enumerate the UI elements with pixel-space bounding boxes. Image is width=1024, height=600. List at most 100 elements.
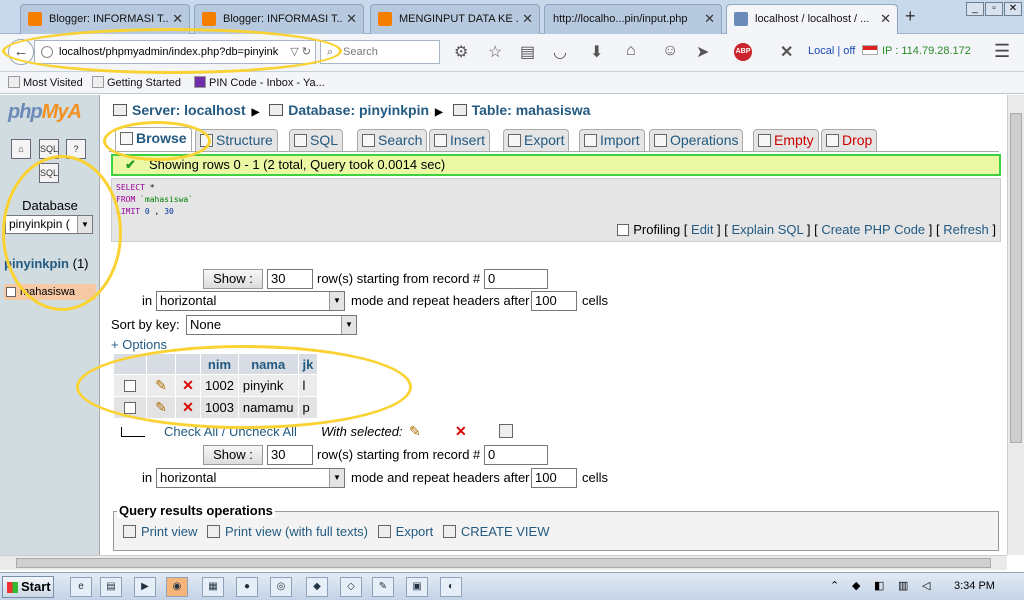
hamburger-menu-icon[interactable]: ☰ — [994, 41, 1010, 62]
sort-select[interactable]: None ▼ — [186, 315, 357, 335]
excel-icon[interactable]: ▦ — [202, 577, 224, 597]
app-icon[interactable]: ✎ — [372, 577, 394, 597]
addon-icon[interactable]: ⚙ — [454, 42, 468, 62]
close-tab-icon[interactable]: ✕ — [172, 11, 183, 27]
mode-select-bottom[interactable]: horizontal ▼ — [156, 468, 345, 488]
database-select[interactable]: pinyinkpin ( ▼ — [5, 215, 93, 234]
print-full-link[interactable]: Print view (with full texts) — [225, 524, 368, 539]
breadcrumb-database[interactable]: Database: pinyinkpin — [288, 102, 429, 118]
tab-drop[interactable]: Drop — [821, 129, 878, 151]
tray-app-icon[interactable]: ◆ — [852, 579, 860, 592]
app-icon[interactable]: ◆ — [306, 577, 328, 597]
pocket-icon[interactable]: ◡ — [553, 42, 567, 62]
browser-tab-blogger-1[interactable]: Blogger: INFORMASI T... ✕ — [20, 4, 190, 34]
export-link[interactable]: Export — [396, 524, 434, 539]
home-icon[interactable]: ⌂ — [11, 139, 31, 159]
bookmark-getting-started[interactable]: Getting Started — [92, 76, 181, 89]
send-icon[interactable]: ➤ — [696, 42, 709, 62]
print-view-link[interactable]: Print view — [141, 524, 197, 539]
firefox-icon[interactable]: ◉ — [166, 577, 188, 597]
delete-icon[interactable]: ✕ — [182, 399, 194, 415]
tab-import[interactable]: Import — [579, 129, 645, 151]
start-record-input-top[interactable]: 0 — [484, 269, 548, 289]
close-tab-icon[interactable]: ✕ — [704, 11, 715, 27]
close-tab-icon[interactable]: ✕ — [880, 11, 891, 27]
delete-icon[interactable]: ✕ — [455, 423, 467, 440]
tab-search[interactable]: Search — [357, 129, 428, 151]
explain-sql-link[interactable]: Explain SQL — [732, 222, 804, 237]
export-icon[interactable] — [499, 424, 513, 438]
browser-tab-blogger-2[interactable]: Blogger: INFORMASI T... ✕ — [194, 4, 364, 34]
url-bar[interactable]: localhost/phpmyadmin/index.php?db=pinyin… — [34, 40, 316, 64]
reload-icon[interactable]: ▽ ↻ — [288, 41, 311, 63]
search-input[interactable]: ⌕ Search — [320, 40, 440, 64]
cell-jk[interactable]: p — [298, 397, 318, 418]
chat-icon[interactable]: ☺ — [662, 42, 678, 60]
options-link[interactable]: + Options — [111, 335, 167, 355]
network-icon[interactable]: ▥ — [898, 579, 908, 592]
browser-tab-phpmyadmin[interactable]: localhost / localhost / ... ✕ — [726, 4, 898, 35]
vertical-scrollbar[interactable] — [1007, 95, 1024, 555]
app-icon[interactable]: ◐ — [440, 577, 462, 597]
db-name-link[interactable]: pinyinkpin (1) — [4, 256, 89, 271]
row-checkbox[interactable] — [124, 380, 136, 392]
bookmarks-list-icon[interactable]: ▤ — [520, 42, 535, 62]
tray-app-icon[interactable]: ◧ — [874, 579, 884, 592]
cell-nim[interactable]: 1003 — [201, 397, 238, 418]
show-button-top[interactable]: Show : — [203, 269, 263, 289]
back-arrow-icon[interactable]: ← — [8, 39, 34, 65]
ie-icon[interactable]: e — [70, 577, 92, 597]
start-button[interactable]: Start — [2, 576, 54, 598]
repeat-input-top[interactable]: 100 — [531, 291, 577, 311]
new-tab-icon[interactable]: + — [905, 6, 916, 27]
column-header-jk[interactable]: jk — [298, 354, 318, 374]
horizontal-scrollbar[interactable] — [0, 555, 1007, 570]
repeat-input-bottom[interactable]: 100 — [531, 468, 577, 488]
show-button-bottom[interactable]: Show : — [203, 445, 263, 465]
download-icon[interactable]: ⬇ — [590, 42, 603, 62]
browser-tab-menginput[interactable]: MENGINPUT DATA KE ... ✕ — [370, 4, 540, 34]
close-tab-icon[interactable]: ✕ — [346, 11, 357, 27]
home-icon[interactable]: ⌂ — [626, 42, 636, 60]
pencil-icon[interactable]: ✎ — [409, 423, 421, 440]
edit-sql-link[interactable]: Edit — [691, 222, 713, 237]
table-link-mahasiswa[interactable]: mahasiswa — [4, 284, 96, 300]
tab-insert[interactable]: Insert — [429, 129, 491, 151]
chrome-icon[interactable]: ◎ — [270, 577, 292, 597]
pencil-icon[interactable]: ✎ — [155, 399, 167, 415]
column-header-nama[interactable]: nama — [238, 354, 298, 374]
cell-nama[interactable]: namamu — [238, 397, 298, 418]
create-php-link[interactable]: Create PHP Code — [821, 222, 925, 237]
tray-expand-icon[interactable]: ⌃ — [830, 579, 839, 592]
maximize-icon[interactable]: ▫ — [985, 2, 1003, 16]
start-record-input-bottom[interactable]: 0 — [484, 445, 548, 465]
tab-sql[interactable]: SQL — [289, 129, 344, 151]
tab-operations[interactable]: Operations — [649, 129, 744, 151]
tab-browse[interactable]: Browse — [115, 127, 192, 151]
minimize-icon[interactable]: _ — [966, 2, 984, 16]
delete-icon[interactable]: ✕ — [182, 377, 194, 393]
adblock-icon[interactable]: ABP — [734, 43, 752, 61]
check-all-link[interactable]: Check All / Uncheck All — [164, 424, 297, 439]
breadcrumb-server[interactable]: Server: localhost — [132, 102, 246, 118]
pencil-icon[interactable]: ✎ — [155, 377, 167, 393]
close-window-icon[interactable]: ✕ — [1004, 2, 1022, 16]
mode-select-top[interactable]: horizontal ▼ — [156, 291, 345, 311]
cell-jk[interactable]: l — [298, 375, 318, 396]
close-tab-icon[interactable]: ✕ — [522, 11, 533, 27]
create-view-link[interactable]: CREATE VIEW — [461, 524, 550, 539]
x-icon[interactable]: ✕ — [780, 42, 793, 62]
tab-empty[interactable]: Empty — [753, 129, 819, 151]
pma-logo[interactable]: phpMyA — [8, 101, 82, 124]
explorer-icon[interactable]: ▤ — [100, 577, 122, 597]
tab-structure[interactable]: Structure — [195, 129, 278, 151]
cell-nim[interactable]: 1002 — [201, 375, 238, 396]
refresh-link[interactable]: Refresh — [943, 222, 989, 237]
tab-export[interactable]: Export — [503, 129, 570, 151]
bookmark-most-visited[interactable]: Most Visited — [8, 76, 83, 89]
app-icon[interactable]: ▣ — [406, 577, 428, 597]
breadcrumb-table[interactable]: Table: mahasiswa — [472, 102, 591, 118]
row-checkbox[interactable] — [124, 402, 136, 414]
rows-input-bottom[interactable]: 30 — [267, 445, 313, 465]
scroll-thumb[interactable] — [1010, 113, 1022, 443]
